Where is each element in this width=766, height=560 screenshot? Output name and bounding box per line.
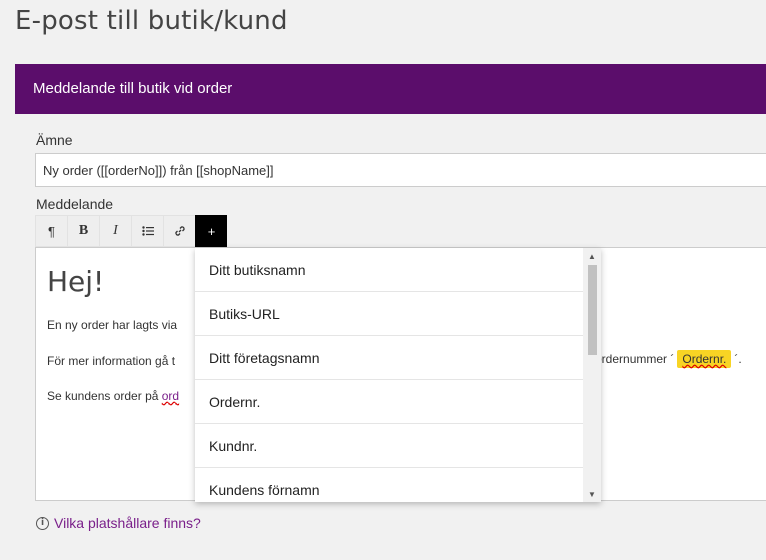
message-label: Meddelande [36, 196, 114, 212]
insert-placeholder-button[interactable]: + [195, 215, 227, 247]
paragraph-icon: ¶ [48, 223, 55, 239]
scrollbar-thumb[interactable] [588, 265, 597, 355]
placeholder-list: Ditt butiksnamn Butiks-URL Ditt företags… [195, 248, 583, 502]
editor-line-3-text: Se kundens order på [47, 389, 162, 403]
placeholder-item-company-name[interactable]: Ditt företagsnamn [195, 336, 583, 380]
editor-line-2: För mer information gå t [47, 354, 176, 368]
placeholder-item-customer-firstname[interactable]: Kundens förnamn [195, 468, 583, 502]
placeholder-chip-ordernr[interactable]: Ordernr. [677, 350, 732, 368]
order-link[interactable]: ord [162, 389, 179, 403]
placeholder-item-shop-name[interactable]: Ditt butiksnamn [195, 248, 583, 292]
link-icon [174, 226, 185, 236]
placeholder-item-customer-no[interactable]: Kundnr. [195, 424, 583, 468]
dropdown-scrollbar[interactable]: ▲ ▼ [583, 248, 601, 502]
italic-icon: I [113, 223, 118, 238]
editor-line-3: Se kundens order på ord [47, 389, 179, 403]
editor-greeting: Hej! [47, 265, 105, 298]
info-icon: i [36, 516, 49, 530]
placeholder-item-shop-url[interactable]: Butiks-URL [195, 292, 583, 336]
panel-header: Meddelande till butik vid order [15, 64, 766, 114]
placeholder-dropdown: Ditt butiksnamn Butiks-URL Ditt företags… [195, 248, 601, 502]
italic-button[interactable]: I [99, 215, 131, 247]
list-button[interactable] [131, 215, 163, 247]
placeholders-help-link[interactable]: i Vilka platshållare finns? [36, 515, 201, 531]
bold-button[interactable]: B [67, 215, 99, 247]
paragraph-button[interactable]: ¶ [35, 215, 67, 247]
editor-line-2-tail-text: ordernummer ´ [595, 352, 675, 366]
plus-icon: + [207, 223, 216, 239]
editor-line-2-tail-end: ´. [734, 352, 742, 366]
help-link-label: Vilka platshållare finns? [54, 515, 201, 531]
editor-line-2-tail: ordernummer ´ Ordernr. ´. [595, 350, 742, 368]
editor-toolbar: ¶ B I + [35, 215, 227, 247]
subject-input[interactable]: Ny order ([[orderNo]]) från [[shopName]] [35, 153, 766, 187]
subject-label: Ämne [36, 132, 73, 148]
editor-line-1: En ny order har lagts via [47, 318, 178, 332]
page-title: E-post till butik/kund [15, 6, 288, 36]
link-button[interactable] [163, 215, 195, 247]
list-icon [141, 226, 154, 236]
scroll-down-icon[interactable]: ▼ [583, 486, 601, 502]
placeholder-item-order-no[interactable]: Ordernr. [195, 380, 583, 424]
bold-icon: B [78, 223, 89, 238]
scroll-up-icon[interactable]: ▲ [583, 248, 601, 264]
